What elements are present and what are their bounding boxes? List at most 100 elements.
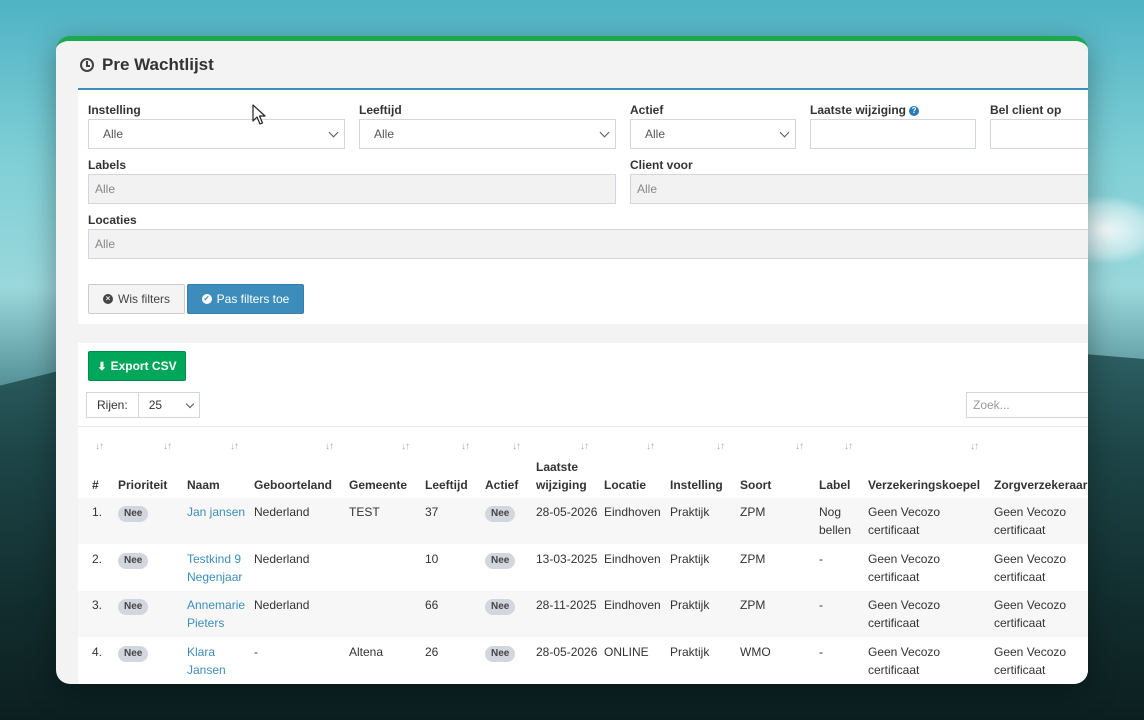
- help-icon[interactable]: ?: [909, 106, 920, 116]
- locaties-multiselect[interactable]: Alle: [88, 229, 1088, 259]
- label-cell: -: [819, 550, 823, 568]
- col-header-num[interactable]: #: [92, 476, 99, 494]
- divider: [78, 426, 1088, 427]
- koepel-line1: Geen Vecozo: [868, 551, 941, 566]
- zorg-line2: certificaat: [994, 523, 1046, 537]
- search-input[interactable]: Zoek...: [966, 392, 1088, 418]
- client-name-link[interactable]: Jan jansen: [187, 503, 245, 521]
- zorg-line1: Geen Vecozo: [994, 598, 1067, 612]
- sort-icon[interactable]: ↓↑: [230, 441, 239, 452]
- col-header-laatste-wijziging[interactable]: Laatste wijziging: [536, 458, 587, 494]
- col-header-zorgverzekeraar[interactable]: Zorgverzekeraar: [994, 476, 1087, 494]
- num-cell: 2.: [92, 551, 103, 566]
- client-name-line1: Annemarie: [187, 598, 246, 612]
- prioriteit-badge: Nee: [118, 506, 149, 522]
- prioriteit-badge: Nee: [118, 645, 149, 662]
- sort-icon[interactable]: ↓↑: [646, 441, 655, 452]
- labels-placeholder: Alle: [95, 182, 116, 196]
- sort-icon[interactable]: ↓↑: [970, 441, 979, 452]
- laatste-wijziging-input[interactable]: [810, 119, 976, 149]
- sort-icon[interactable]: ↓↑: [401, 441, 410, 452]
- bel-client-op-input[interactable]: [990, 119, 1088, 149]
- client-name-link[interactable]: Annemarie Pieters: [187, 596, 245, 632]
- export-csv-label: Export CSV: [110, 359, 177, 373]
- filter-panel: Instelling Alle Leeftijd Alle Actief All…: [78, 88, 1088, 324]
- zorg-cell: Geen Vecozo certificaat: [994, 596, 1066, 632]
- actief-value: Alle: [645, 127, 666, 141]
- col-header-leeftijd[interactable]: Leeftijd: [425, 476, 468, 494]
- actief-badge: Nee: [485, 645, 516, 662]
- instelling-cell: Praktijk: [670, 644, 710, 659]
- sort-icon[interactable]: ↓↑: [512, 441, 521, 452]
- actief-badge: Nee: [485, 506, 516, 522]
- labels-multiselect[interactable]: Alle: [88, 174, 616, 204]
- client-name-link[interactable]: Testkind 9 Negenjaar: [187, 550, 242, 586]
- sort-icon[interactable]: ↓↑: [716, 441, 725, 452]
- rows-select[interactable]: 25: [139, 393, 199, 417]
- rows-value: 25: [148, 398, 163, 412]
- client-voor-label: Client voor: [630, 158, 693, 172]
- sort-icon[interactable]: ↓↑: [95, 441, 104, 452]
- leeftijd-select[interactable]: Alle: [359, 119, 616, 149]
- label-line1: -: [819, 598, 823, 612]
- table-row[interactable]: 1. Nee Jan jansen Nederland TEST 37 Nee 28-05-2…: [78, 498, 1088, 544]
- col-header-locatie[interactable]: Locatie: [604, 476, 646, 494]
- col-header-geboorteland[interactable]: Geboorteland: [254, 476, 332, 494]
- col-header-actief[interactable]: Actief: [485, 476, 518, 494]
- chevron-down-icon: [328, 127, 339, 138]
- prioriteit-badge: Nee: [118, 552, 149, 569]
- label-line1: -: [819, 551, 823, 566]
- wijziging-cell: 13-03-2025: [536, 551, 598, 566]
- instelling-select[interactable]: Alle: [88, 119, 345, 149]
- table-row[interactable]: 3. Nee Annemarie Pieters Nederland 66 Nee 28-11…: [78, 591, 1088, 637]
- geboorteland-cell: Nederland: [254, 505, 310, 519]
- laatste-wijziging-label: Laatste wijziging?: [810, 103, 920, 117]
- apply-filters-label: Pas filters toe: [216, 292, 290, 306]
- prioriteit-badge: Nee: [118, 599, 149, 615]
- client-voor-multiselect[interactable]: Alle: [630, 174, 1088, 204]
- app-window: Pre Wachtlijst Instelling Alle Leeftijd …: [56, 36, 1088, 684]
- leeftijd-value: Alle: [374, 127, 395, 141]
- sort-icon[interactable]: ↓↑: [795, 441, 804, 452]
- apply-filters-button[interactable]: ✓ Pas filters toe: [187, 284, 304, 314]
- leeftijd-cell: 66: [425, 598, 439, 612]
- zorg-line1: Geen Vecozo: [994, 551, 1067, 566]
- col-header-gemeente[interactable]: Gemeente: [349, 476, 407, 494]
- col-header-label[interactable]: Label: [819, 476, 850, 494]
- client-name-link[interactable]: Klara Jansen: [187, 643, 226, 679]
- clear-filters-button[interactable]: × Wis filters: [88, 284, 185, 314]
- sort-icon[interactable]: ↓↑: [163, 441, 172, 452]
- col-header-verzekeringskoepel[interactable]: Verzekeringskoepel: [868, 476, 980, 494]
- koepel-line2: certificaat: [868, 569, 920, 584]
- wijziging-cell: 28-11-2025: [536, 598, 597, 612]
- actief-select[interactable]: Alle: [630, 119, 796, 149]
- col-header-prioriteit[interactable]: Prioriteit: [118, 476, 167, 494]
- instelling-cell: Praktijk: [670, 505, 710, 519]
- label-line2: bellen: [819, 523, 852, 537]
- locatie-cell: Eindhoven: [604, 598, 661, 612]
- koepel-line1: Geen Vecozo: [868, 644, 941, 659]
- col-header-naam[interactable]: Naam: [187, 476, 220, 494]
- sort-icon[interactable]: ↓↑: [325, 441, 334, 452]
- sort-icon[interactable]: ↓↑: [461, 441, 470, 452]
- wijziging-cell: 28-05-2026: [536, 505, 598, 519]
- zorg-cell: Geen Vecozo certificaat: [994, 643, 1066, 679]
- client-voor-placeholder: Alle: [637, 182, 658, 196]
- sort-icon[interactable]: ↓↑: [580, 441, 589, 452]
- clear-filters-label: Wis filters: [118, 292, 170, 306]
- col-header-instelling[interactable]: Instelling: [670, 476, 723, 494]
- actief-label: Actief: [630, 103, 664, 117]
- zorg-line2: certificaat: [994, 616, 1046, 630]
- clock-icon: [80, 58, 94, 72]
- col-header-soort[interactable]: Soort: [740, 476, 771, 494]
- wijziging-cell: 28-05-2026: [536, 644, 598, 659]
- leeftijd-cell: 37: [425, 505, 439, 519]
- table-row[interactable]: 4. Nee Klara Jansen - Altena 26 Nee 28-05-2026 ON…: [78, 638, 1088, 684]
- client-name-line1: Klara: [187, 644, 216, 659]
- sort-icon[interactable]: ↓↑: [844, 441, 853, 452]
- label-cell: -: [819, 643, 823, 661]
- koepel-line1: Geen Vecozo: [868, 505, 941, 519]
- export-csv-button[interactable]: ⬇ Export CSV: [88, 351, 186, 381]
- table-row[interactable]: 2. Nee Testkind 9 Negenjaar Nederland 10 Nee 13…: [78, 545, 1088, 591]
- rows-per-page: Rijen: 25: [86, 392, 200, 418]
